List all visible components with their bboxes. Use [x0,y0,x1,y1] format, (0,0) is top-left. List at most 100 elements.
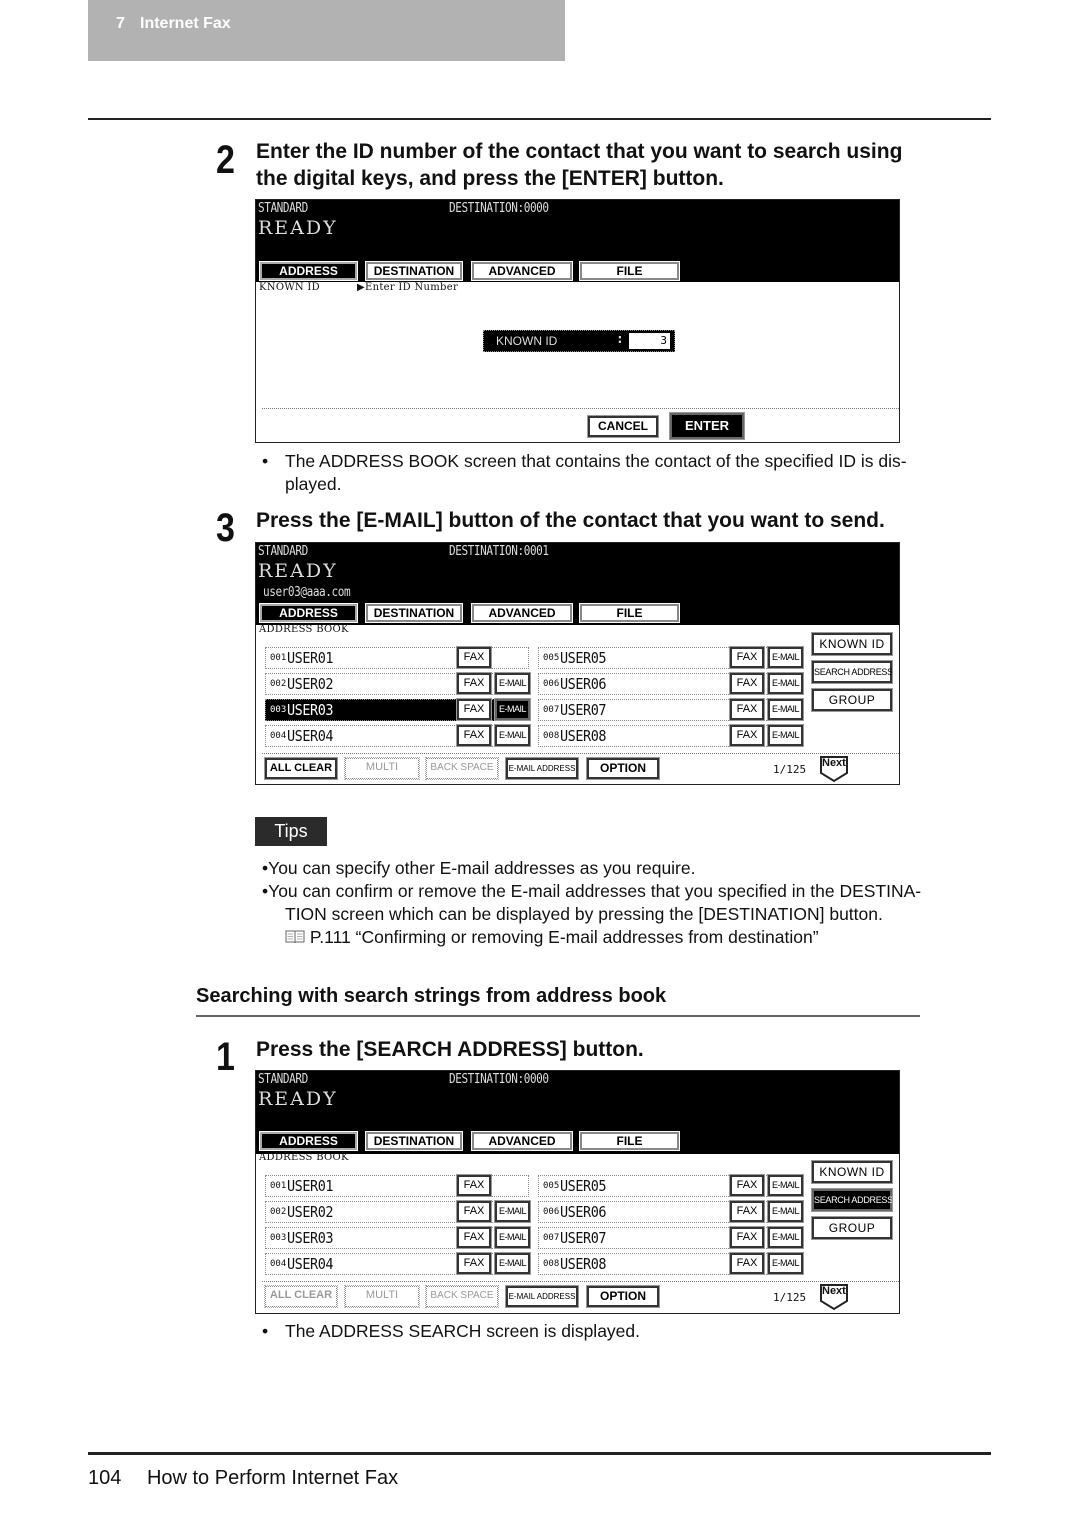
email-button[interactable]: E-MAIL [494,1200,531,1223]
enter-button[interactable]: ENTER [669,412,745,440]
status-label: READY [258,217,338,239]
tab-file[interactable]: FILE [579,261,680,281]
fax-button[interactable]: FAX [729,1174,765,1197]
entry-name: USER05 [560,649,607,667]
entry-name: USER01 [287,649,334,667]
side-button-group[interactable]: GROUP [811,1216,893,1240]
side-button-known-id[interactable]: KNOWN ID [811,1160,893,1184]
fax-button[interactable]: FAX [729,1200,765,1223]
fax-button[interactable]: FAX [729,1252,765,1275]
mode-label: STANDARD [258,544,308,559]
email-button[interactable]: E-MAIL [767,698,804,721]
fax-button[interactable]: FAX [729,724,765,747]
email-button[interactable]: E-MAIL [494,724,531,747]
tab-destination[interactable]: DESTINATION [365,603,463,623]
selected-email-address: user03@aaa.com [263,585,351,600]
bottom-button-back-space[interactable]: BACK SPACE [425,757,499,780]
tab-address[interactable]: ADDRESS [259,261,358,281]
bottom-button-option[interactable]: OPTION [586,757,660,780]
bottom-button-back-space[interactable]: BACK SPACE [425,1285,499,1308]
fax-button[interactable]: FAX [456,1174,492,1197]
note-line: The ADDRESS BOOK screen that contains th… [285,451,907,471]
tab-advanced[interactable]: ADVANCED [471,261,573,281]
chapter-number: 7 [116,15,125,32]
bottom-rule [88,1452,991,1455]
bottom-button-option[interactable]: OPTION [586,1285,660,1308]
status-label: READY [258,1088,338,1110]
bottom-button-all-clear[interactable]: ALL CLEAR [264,757,338,780]
fax-button[interactable]: FAX [456,646,492,669]
bottom-button-multi[interactable]: MULTI [344,757,420,780]
email-button[interactable]: E-MAIL [767,724,804,747]
email-button[interactable]: E-MAIL [767,672,804,695]
tab-destination[interactable]: DESTINATION [365,1131,463,1151]
instruction-text: ▶Enter ID Number [357,282,459,293]
bottom-button-e-mail-address[interactable]: E-MAIL ADDRESS [505,1285,579,1308]
reference-text[interactable]: P.111 “Confirming or removing E-mail add… [310,927,819,947]
bottom-button-multi[interactable]: MULTI [344,1285,420,1308]
tab-file[interactable]: FILE [579,603,680,623]
email-button[interactable]: E-MAIL [494,1226,531,1249]
tab-address[interactable]: ADDRESS [259,603,358,623]
fax-button[interactable]: FAX [729,1226,765,1249]
email-button[interactable]: E-MAIL [767,1252,804,1275]
fax-button[interactable]: FAX [456,1200,492,1223]
mode-label: STANDARD [258,1072,308,1087]
entry-id: 007 [543,705,560,715]
entry-name: USER03 [287,1229,334,1247]
email-button[interactable]: E-MAIL [767,1174,804,1197]
divider [262,753,899,754]
email-button[interactable]: E-MAIL [767,1226,804,1249]
chapter-title: Internet Fax [140,15,231,32]
fax-button[interactable]: FAX [729,646,765,669]
fax-button[interactable]: FAX [456,1252,492,1275]
entry-name: USER04 [287,1255,334,1273]
entry-name: USER08 [560,1255,607,1273]
email-button[interactable]: E-MAIL [494,698,531,721]
side-button-search-address[interactable]: SEARCH ADDRESS [811,660,893,684]
email-button[interactable]: E-MAIL [767,1200,804,1223]
cancel-button[interactable]: CANCEL [587,415,659,438]
fax-button[interactable]: FAX [456,724,492,747]
section-rule [196,1015,920,1017]
note-line: The ADDRESS SEARCH screen is displayed. [285,1321,640,1341]
known-id-input[interactable]: 3 [629,333,670,349]
tab-advanced[interactable]: ADVANCED [471,1131,573,1151]
bottom-button-e-mail-address[interactable]: E-MAIL ADDRESS [505,757,579,780]
entry-id: 006 [543,679,560,689]
copier-screen-address-book-selected: STANDARD DESTINATION:0001 READY user03@a… [255,542,900,785]
fax-button[interactable]: FAX [456,698,492,721]
next-button[interactable]: Next [819,1283,849,1311]
side-button-search-address[interactable]: SEARCH ADDRESS [811,1188,893,1212]
tab-destination[interactable]: DESTINATION [365,261,463,281]
destination-count: DESTINATION:0000 [449,201,549,216]
side-button-group[interactable]: GROUP [811,688,893,712]
tab-address[interactable]: ADDRESS [259,1131,358,1151]
footer-title: How to Perform Internet Fax [146,1467,399,1489]
entry-name: USER03 [287,701,334,719]
tip-reference[interactable]: P.111 “Confirming or removing E-mail add… [262,926,982,949]
entry-id: 008 [543,731,560,741]
step-text-line: Enter the ID number of the contact that … [256,140,903,163]
email-button[interactable]: E-MAIL [767,646,804,669]
step-text: Press the [SEARCH ADDRESS] button. [256,1038,644,1061]
side-button-known-id[interactable]: KNOWN ID [811,632,893,656]
email-button[interactable]: E-MAIL [494,672,531,695]
entry-id: 002 [270,1207,287,1217]
entry-id: 004 [270,731,287,741]
tab-file[interactable]: FILE [579,1131,680,1151]
top-rule [88,118,991,120]
copier-screen-address-book-search: STANDARD DESTINATION:0000 READY ADDRESS … [255,1070,900,1314]
page-indicator: 1/125 [773,763,807,776]
fax-button[interactable]: FAX [729,672,765,695]
tab-advanced[interactable]: ADVANCED [471,603,573,623]
next-button[interactable]: Next [819,755,849,783]
email-button[interactable]: E-MAIL [494,1252,531,1275]
fax-button[interactable]: FAX [729,698,765,721]
fax-button[interactable]: FAX [456,1226,492,1249]
known-id-field[interactable]: KNOWN ID : 3 [483,330,675,352]
entry-id: 008 [543,1259,560,1269]
fax-button[interactable]: FAX [456,672,492,695]
bottom-button-all-clear[interactable]: ALL CLEAR [264,1285,338,1308]
page-indicator: 1/125 [773,1291,807,1304]
